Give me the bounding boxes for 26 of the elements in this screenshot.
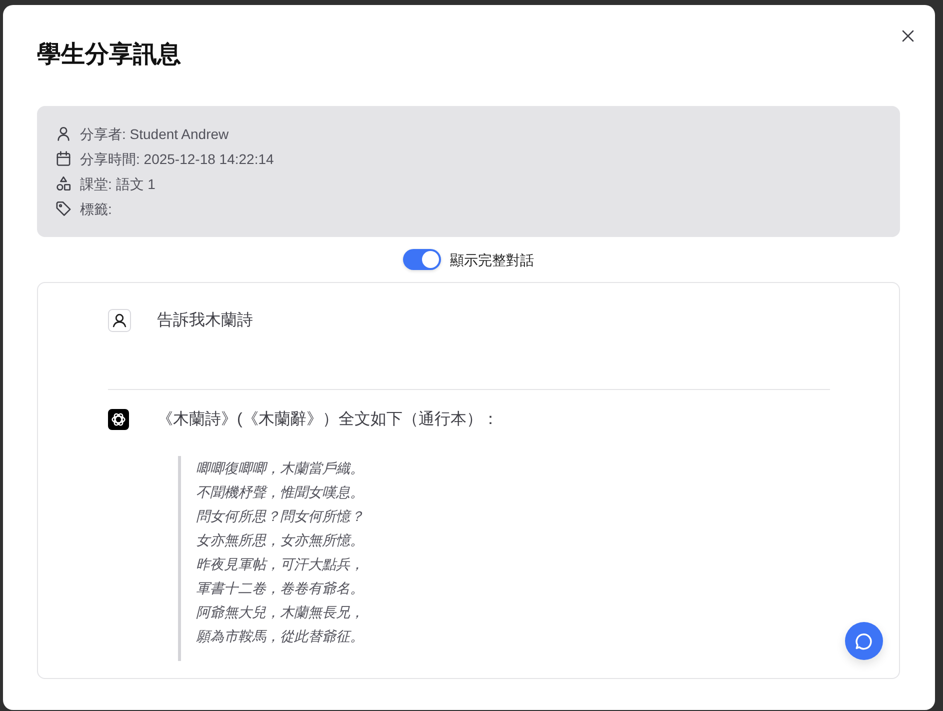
- message-text: 告訴我木蘭詩: [157, 310, 254, 331]
- chat-button[interactable]: [845, 622, 883, 660]
- speech-bubble-icon: [854, 631, 874, 651]
- poem-line: 阿爺無大兒，木蘭無長兄，: [196, 603, 365, 622]
- poem-line: 女亦無所思，女亦無所憶。: [196, 531, 365, 550]
- shapes-icon: [56, 176, 71, 191]
- poem-line: 願為市鞍馬，從此替爺征。: [196, 627, 365, 646]
- tags-text: 標籤:: [80, 200, 112, 218]
- person-icon: [108, 309, 131, 332]
- poem-line: 問女何所思？問女何所憶？: [196, 507, 365, 526]
- toggle-switch[interactable]: [403, 249, 441, 270]
- sharer-text: 分享者: Student Andrew: [80, 124, 229, 144]
- logo-icon: [108, 409, 129, 430]
- person-icon: [56, 126, 71, 141]
- share-time-text: 分享時間: 2025-12-18 14:22:14: [80, 150, 274, 168]
- tag-icon: [56, 201, 71, 216]
- dialog-title: 學生分享訊息: [37, 40, 181, 70]
- close-icon: [902, 30, 914, 42]
- message-text: 《木蘭詩》(《木蘭辭》）全文如下（通行本）：: [157, 410, 500, 430]
- poem-line: 昨夜見軍帖，可汗大點兵，: [196, 555, 365, 574]
- calendar-icon: [56, 151, 71, 166]
- classroom-text: 課堂: 語文 1: [80, 174, 156, 194]
- toggle-label: 顯示完整對話: [450, 250, 534, 270]
- poem-line: 軍書十二卷，卷卷有爺名。: [196, 579, 365, 598]
- poem-line: 不聞機杼聲，惟聞女嘆息。: [196, 483, 365, 502]
- poem-line: 唧唧復唧唧，木蘭當戶織。: [196, 459, 365, 478]
